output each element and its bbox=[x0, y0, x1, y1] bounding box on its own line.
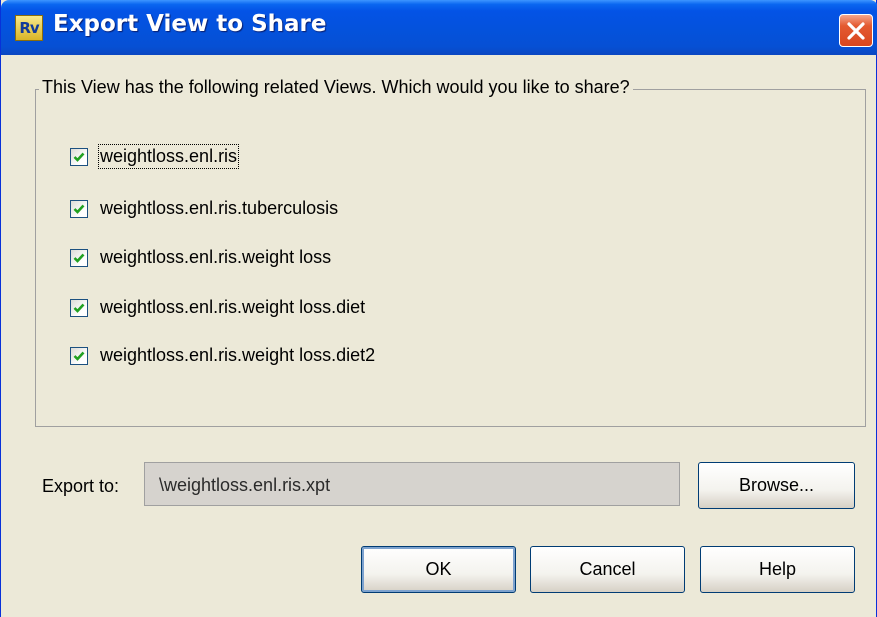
view-checkbox-label: weightloss.enl.ris bbox=[97, 144, 240, 169]
checkbox[interactable] bbox=[70, 200, 88, 218]
close-button[interactable] bbox=[839, 14, 873, 47]
checkbox[interactable] bbox=[70, 347, 88, 365]
checkmark-icon bbox=[73, 351, 85, 361]
checkmark-icon bbox=[73, 204, 85, 214]
title-bar[interactable]: Rv Export View to Share bbox=[1, 0, 877, 55]
checkbox[interactable] bbox=[70, 249, 88, 267]
export-view-dialog: Rv Export View to Share This View has th… bbox=[0, 0, 877, 617]
view-checkbox-label: weightloss.enl.ris.tuberculosis bbox=[100, 198, 339, 218]
checkmark-icon bbox=[73, 152, 85, 162]
help-button[interactable]: Help bbox=[700, 546, 855, 593]
export-to-label: Export to: bbox=[42, 476, 120, 496]
checkmark-icon bbox=[73, 253, 85, 263]
cancel-button[interactable]: Cancel bbox=[530, 546, 685, 593]
view-checkbox-label: weightloss.enl.ris.weight loss.diet bbox=[100, 297, 366, 317]
dialog-title: Export View to Share bbox=[53, 11, 327, 37]
app-logo-icon: Rv bbox=[15, 15, 43, 41]
view-checkbox-label: weightloss.enl.ris.weight loss bbox=[100, 247, 332, 267]
view-checkbox-label: weightloss.enl.ris.weight loss.diet2 bbox=[100, 345, 376, 365]
browse-button[interactable]: Browse... bbox=[698, 462, 855, 509]
export-path-field[interactable]: \weightloss.enl.ris.xpt bbox=[144, 462, 680, 506]
ok-button[interactable]: OK bbox=[361, 546, 516, 593]
related-views-legend: This View has the following related View… bbox=[39, 77, 633, 98]
close-icon bbox=[847, 22, 865, 40]
checkmark-icon bbox=[73, 303, 85, 313]
checkbox[interactable] bbox=[70, 299, 88, 317]
checkbox[interactable] bbox=[70, 148, 88, 166]
